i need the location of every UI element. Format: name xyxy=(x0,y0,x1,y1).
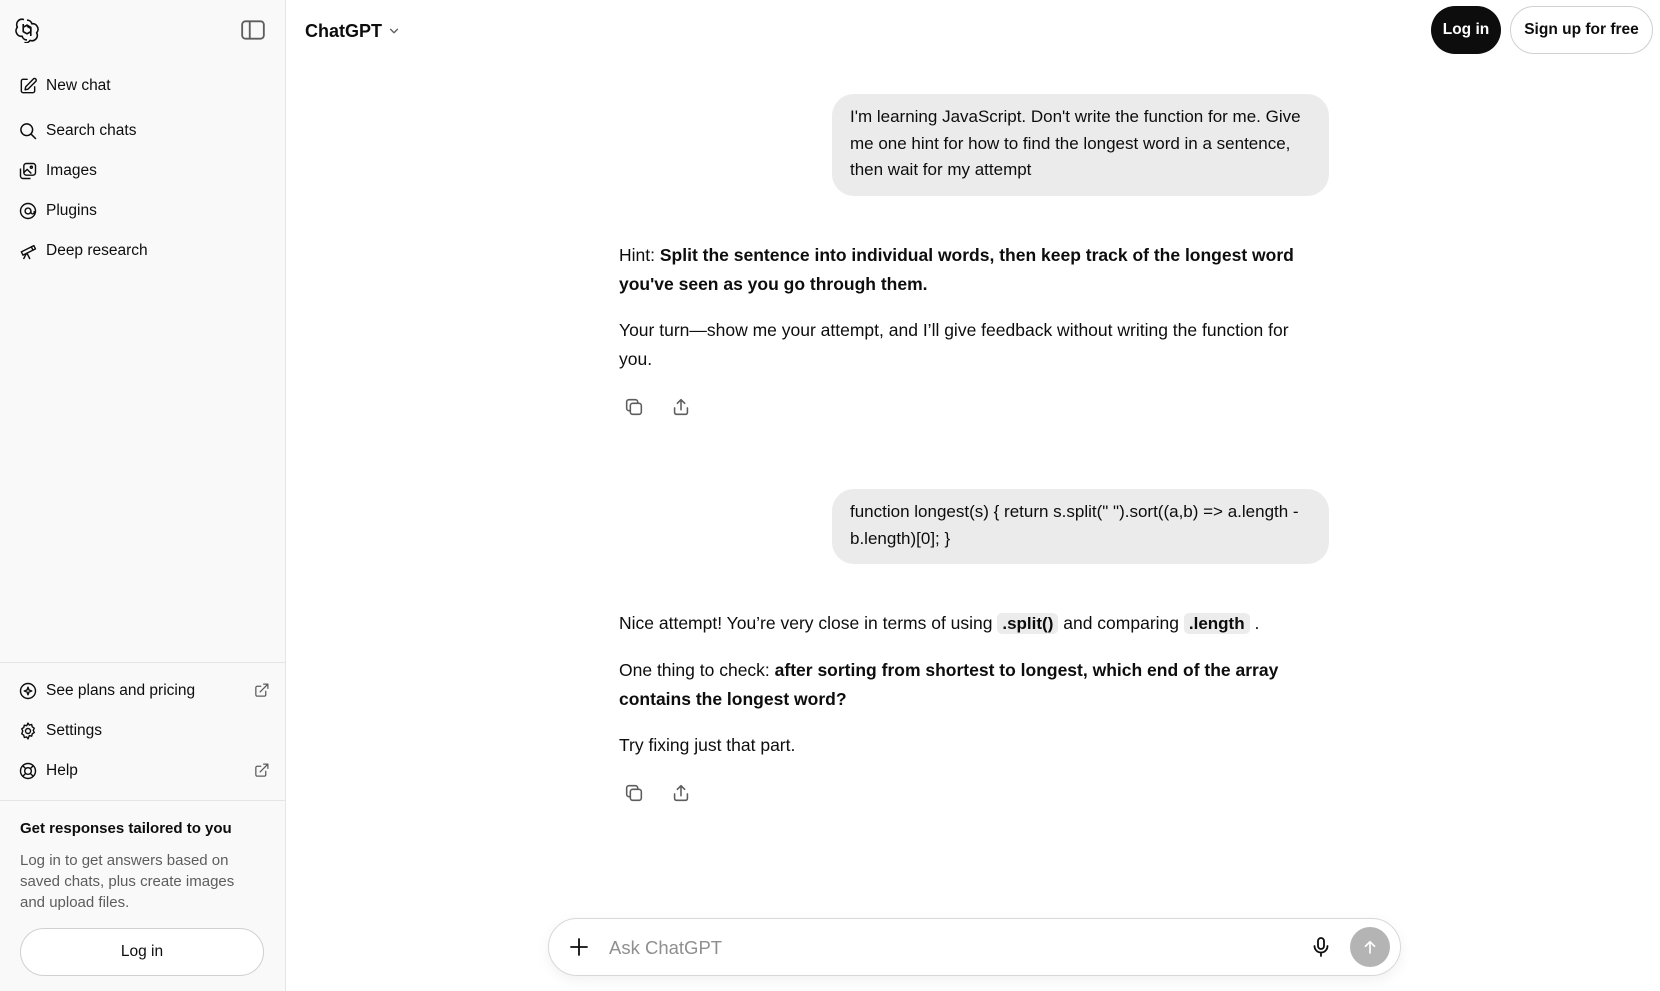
assistant-message-paragraph: One thing to check: after sorting from s… xyxy=(619,656,1319,713)
assistant-message-paragraph: Hint: Split the sentence into individual… xyxy=(619,241,1319,298)
arrow-up-icon xyxy=(1364,940,1376,954)
sidebar: New chat Search chats Images Plugins Dee… xyxy=(0,0,286,991)
hint-prefix: Hint: xyxy=(619,245,660,265)
images-icon xyxy=(19,162,37,180)
text-span: One thing to check: xyxy=(619,660,775,680)
plus-icon[interactable] xyxy=(567,935,591,959)
cta-text: Log in to get answers based on saved cha… xyxy=(20,852,235,911)
share-icon[interactable] xyxy=(670,782,692,804)
sidebar-item-label: Plugins xyxy=(46,202,97,219)
signup-button[interactable]: Sign up for free xyxy=(1510,6,1653,54)
sidebar-divider xyxy=(0,800,286,801)
prompt-input[interactable] xyxy=(609,933,1259,963)
sidebar-item-label: See plans and pricing xyxy=(46,682,196,699)
sidebar-item-settings[interactable]: Settings xyxy=(8,713,278,749)
text-span: and comparing xyxy=(1058,613,1184,633)
assistant-message-paragraph: Try fixing just that part. xyxy=(619,735,796,755)
inline-code: .length xyxy=(1183,613,1250,634)
sidebar-item-new-chat[interactable]: New chat xyxy=(8,68,278,104)
share-icon[interactable] xyxy=(670,396,692,418)
assistant-message-paragraph: Your turn—show me your attempt, and I’ll… xyxy=(619,320,1289,369)
sidebar-item-label: Deep research xyxy=(46,242,148,259)
user-message: I'm learning JavaScript. Don't write the… xyxy=(832,94,1329,196)
help-icon xyxy=(19,762,37,780)
sidebar-item-plans[interactable]: See plans and pricing xyxy=(8,673,278,709)
openai-logo-icon[interactable] xyxy=(14,17,40,43)
sidebar-item-label: Settings xyxy=(46,722,103,739)
user-message: function longest(s) { return s.split(" "… xyxy=(832,489,1329,564)
sidebar-divider xyxy=(0,662,286,663)
sidebar-item-label: Images xyxy=(46,162,97,179)
sidebar-login-button[interactable]: Log in xyxy=(20,928,264,976)
send-button[interactable] xyxy=(1350,927,1390,967)
telescope-icon xyxy=(20,244,37,260)
text-span: Nice attempt! You’re very close in terms… xyxy=(619,613,998,633)
cta-title: Get responses tailored to you xyxy=(20,820,232,837)
edit-icon xyxy=(20,77,37,94)
sidebar-item-help[interactable]: Help xyxy=(8,753,278,789)
plugins-icon xyxy=(19,202,37,220)
plans-icon xyxy=(19,682,37,700)
sidebar-item-label: Search chats xyxy=(46,122,137,139)
sidebar-item-images[interactable]: Images xyxy=(8,153,278,189)
sidebar-item-label: New chat xyxy=(46,77,111,94)
model-selector[interactable]: ChatGPT xyxy=(305,18,401,44)
sidebar-toggle-icon[interactable] xyxy=(240,19,266,41)
search-icon xyxy=(20,123,37,140)
text-span: . xyxy=(1249,613,1260,633)
assistant-message-paragraph: Nice attempt! You’re very close in terms… xyxy=(619,609,1319,639)
hint-bold: Split the sentence into individual words… xyxy=(619,245,1294,294)
sidebar-item-deep-research[interactable]: Deep research xyxy=(8,233,278,269)
composer xyxy=(548,918,1401,976)
sidebar-item-plugins[interactable]: Plugins xyxy=(8,193,278,229)
external-link-icon xyxy=(255,763,269,777)
inline-code: .split() xyxy=(997,613,1059,634)
copy-icon[interactable] xyxy=(623,782,645,804)
sidebar-item-label: Help xyxy=(46,762,78,779)
external-link-icon xyxy=(255,683,269,697)
gear-icon xyxy=(21,722,35,740)
copy-icon[interactable] xyxy=(623,396,645,418)
microphone-icon[interactable] xyxy=(1309,935,1333,959)
sidebar-header xyxy=(0,0,286,60)
sidebar-item-search-chats[interactable]: Search chats xyxy=(8,113,278,149)
login-button[interactable]: Log in xyxy=(1431,6,1501,54)
model-label: ChatGPT xyxy=(305,20,383,41)
chevron-down-icon xyxy=(389,28,399,34)
